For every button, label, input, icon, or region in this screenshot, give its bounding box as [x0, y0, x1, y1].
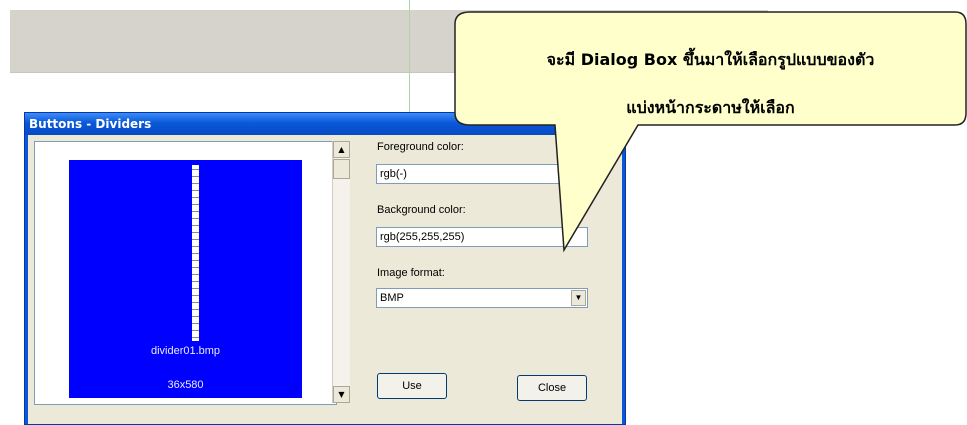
callout-text-line-1: จะมี Dialog Box ขึ้นมาให้เลือกรูปแบบของต…	[546, 50, 875, 69]
callout-text-line-2: แบ่งหน้ากระดาษให้เลือก	[626, 98, 795, 117]
